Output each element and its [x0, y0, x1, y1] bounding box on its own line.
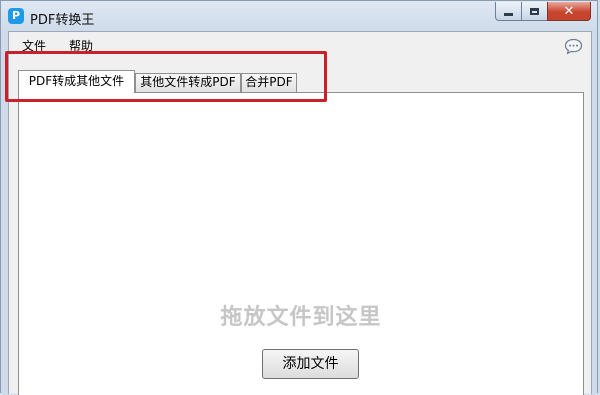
close-icon: ✕: [563, 3, 575, 19]
app-logo-icon: P: [8, 8, 24, 24]
title-bar[interactable]: P PDF转换王 ✕: [1, 1, 597, 33]
maximize-button[interactable]: [521, 2, 547, 21]
add-files-button[interactable]: 添加文件: [262, 349, 359, 379]
close-button[interactable]: ✕: [547, 2, 591, 21]
caption-buttons: ✕: [495, 2, 591, 22]
drop-panel[interactable]: 拖放文件到这里 添加文件: [18, 92, 584, 395]
minimize-icon: [504, 12, 513, 16]
drop-hint-text: 拖放文件到这里: [220, 305, 382, 330]
maximize-icon: [530, 7, 539, 15]
minimize-button[interactable]: [495, 2, 521, 21]
tab-pdf-to-other[interactable]: PDF转成其他文件: [18, 70, 135, 93]
chat-bubble-icon[interactable]: [564, 38, 583, 55]
window-title: PDF转换王: [30, 13, 95, 28]
